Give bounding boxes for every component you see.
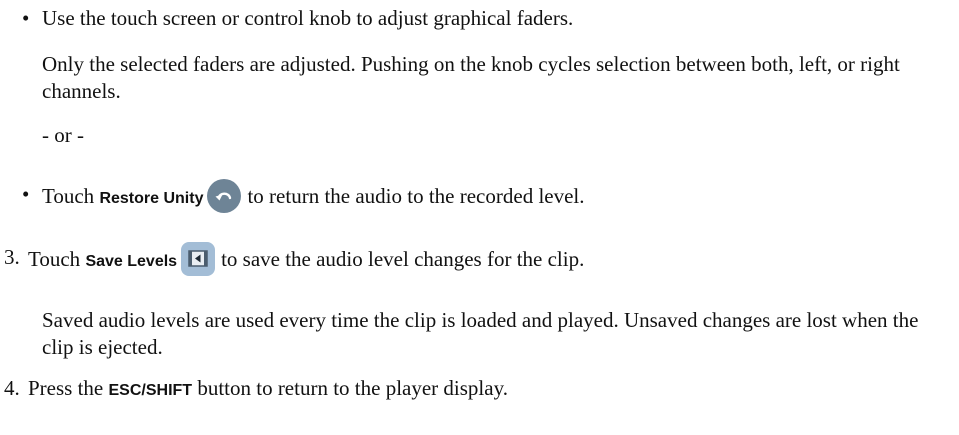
restore-prefix: Touch [42, 183, 100, 208]
bullet-item-touch-screen: • Use the touch screen or control knob t… [0, 5, 959, 35]
bullet-text-restore: Touch Restore Unity to return the audio … [42, 179, 585, 215]
step-3-number: 3. [4, 245, 20, 269]
step-3-prefix: Touch [28, 246, 86, 271]
or-separator: - or - [42, 122, 84, 149]
bullet-detail-paragraph: Only the selected faders are adjusted. P… [42, 51, 952, 105]
step-4-suffix: button to return to the player display. [192, 376, 508, 400]
step-4-number: 4. [4, 376, 20, 400]
restore-suffix: to return the audio to the recorded leve… [247, 183, 585, 208]
bullet-dot: • [22, 6, 30, 30]
step-3-detail-paragraph: Saved audio levels are used every time t… [42, 307, 952, 361]
esc-shift-label: ESC/SHIFT [108, 382, 193, 399]
step-4-text: Press the ESC/SHIFT button to return to … [28, 375, 508, 404]
step-4-prefix: Press the [28, 376, 109, 400]
save-levels-label: Save Levels [85, 252, 178, 270]
paragraph-text: Saved audio levels are used every time t… [42, 308, 919, 359]
save-levels-icon[interactable] [181, 242, 216, 276]
restore-unity-label: Restore Unity [99, 189, 204, 207]
undo-icon[interactable] [207, 179, 242, 213]
step-3: 3. Touch Save Levels to save the audio l… [0, 238, 959, 278]
bullet-text-touch-screen: Use the touch screen or control knob to … [42, 6, 574, 30]
step-4: 4. Press the ESC/SHIFT button to return … [0, 375, 959, 405]
paragraph-text: Only the selected faders are adjusted. P… [42, 52, 900, 103]
step-3-text: Touch Save Levels to save the audio leve… [28, 242, 585, 278]
bullet-dot: • [22, 182, 30, 206]
bullet-item-restore-unity: • Touch Restore Unity to return the audi… [0, 175, 959, 215]
or-separator-text: - or - [42, 123, 84, 147]
step-3-suffix: to save the audio level changes for the … [221, 246, 585, 271]
